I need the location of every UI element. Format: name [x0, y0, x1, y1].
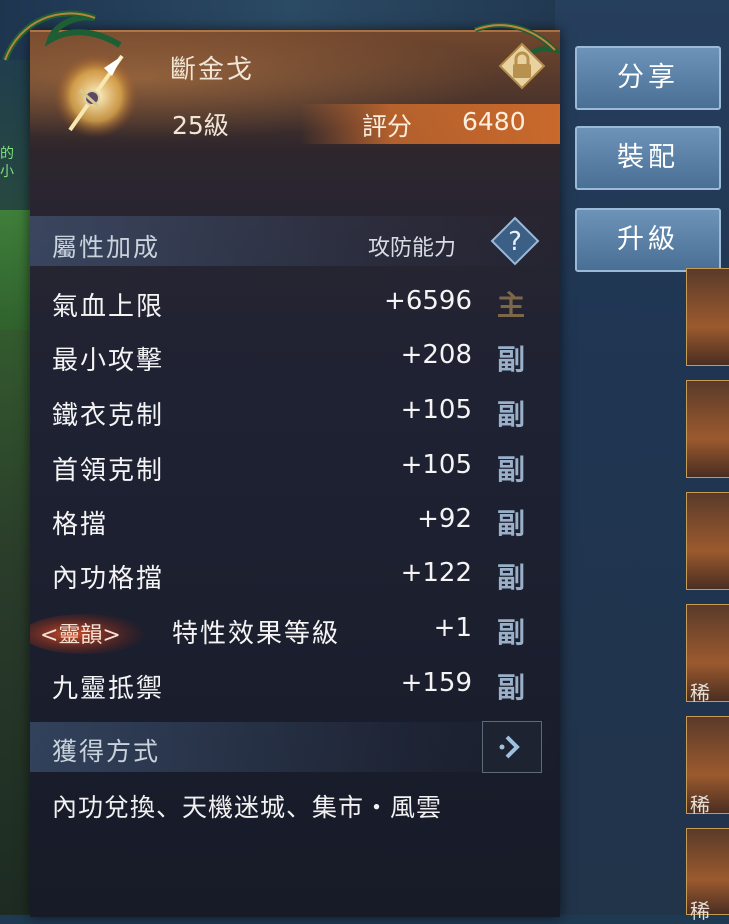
stat-value: +208	[400, 340, 472, 370]
spear-weapon-icon	[54, 54, 138, 138]
question-icon[interactable]: ?	[488, 214, 542, 268]
stat-row: 最小攻擊 +208 副	[52, 340, 532, 380]
item-thumbnail[interactable]	[686, 380, 729, 478]
stat-name: 特性效果等級	[172, 619, 341, 649]
stat-tag: 副	[497, 343, 526, 376]
rare-label: 稀	[690, 681, 710, 705]
item-name: 斷金戈	[170, 55, 255, 85]
stat-name: 氣血上限	[52, 292, 165, 322]
stat-value: +159	[400, 668, 472, 698]
stat-name: 格擋	[52, 510, 109, 540]
stat-row: 首領克制 +105 副	[52, 450, 532, 490]
stat-row: 鐵衣克制 +105 副	[52, 395, 532, 435]
rare-label: 稀	[690, 899, 710, 923]
stat-row: 氣血上限 +6596 主	[52, 286, 532, 326]
rare-label: 稀	[690, 793, 710, 817]
source-text: 內功兌換、天機迷城、集市・風雲	[52, 793, 443, 822]
score-value: 6480	[462, 107, 526, 136]
help-glyph: ?	[508, 227, 522, 257]
stat-row: 九靈抵禦 +159 副	[52, 668, 532, 708]
share-button[interactable]: 分享	[575, 46, 721, 110]
upgrade-button[interactable]: 升級	[575, 208, 721, 272]
stat-value: +92	[417, 504, 472, 534]
stat-value: +105	[400, 450, 472, 480]
stat-name: 九靈抵禦	[52, 674, 165, 704]
stat-tag: 副	[497, 671, 526, 704]
attributes-title: 屬性加成	[52, 233, 161, 262]
stat-name: 內功格擋	[52, 564, 165, 594]
stat-tag: 副	[497, 398, 526, 431]
power-label: 攻防能力	[368, 236, 457, 261]
item-level: 25級	[172, 111, 229, 140]
lock-icon[interactable]	[498, 42, 546, 90]
stat-name: 首領克制	[52, 456, 165, 486]
stat-row: 特性效果等級 +1 副	[52, 613, 532, 653]
item-thumbnail[interactable]	[686, 268, 729, 366]
background-chat-text: 的 小	[0, 146, 14, 180]
stat-value: +105	[400, 395, 472, 425]
stat-tag: 副	[497, 561, 526, 594]
score-label: 評分	[362, 112, 413, 141]
source-title: 獲得方式	[52, 737, 161, 766]
stat-value: +122	[400, 558, 472, 588]
stat-value: +6596	[384, 286, 472, 316]
stat-tag: 副	[497, 507, 526, 540]
stat-name: 最小攻擊	[52, 346, 165, 376]
stat-value: +1	[433, 613, 472, 643]
source-expand-button[interactable]	[482, 721, 542, 773]
chevron-right-icon	[499, 735, 520, 759]
item-thumbnail[interactable]	[686, 492, 729, 590]
equip-button[interactable]: 裝配	[575, 126, 721, 190]
stat-tag: 主	[497, 289, 526, 322]
stat-tag: 副	[497, 616, 526, 649]
stat-name: 鐵衣克制	[52, 401, 165, 431]
stat-row: 格擋 +92 副	[52, 504, 532, 544]
stat-tag: 副	[497, 453, 526, 486]
stat-row: 內功格擋 +122 副	[52, 558, 532, 598]
